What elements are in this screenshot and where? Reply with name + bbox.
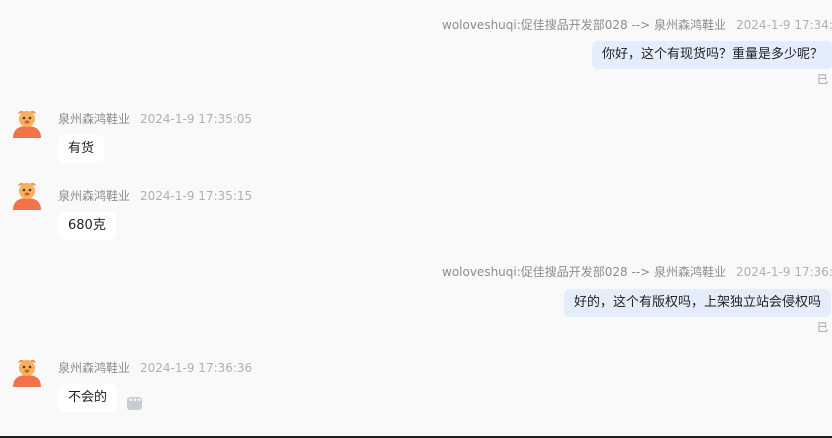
message-bubble[interactable]: 680克	[58, 212, 116, 240]
message-bubble[interactable]: 你好，这个有现货吗？重量是多少呢？	[592, 41, 832, 69]
avatar	[13, 110, 41, 138]
avatar	[13, 359, 41, 387]
message-incoming: 泉州森鸿鞋业 2024-1-9 17:36:36 不会的 •••	[0, 357, 400, 427]
sender-name: 泉州森鸿鞋业	[58, 361, 131, 375]
read-status: 已	[817, 321, 828, 334]
message-bubble[interactable]: 不会的	[58, 384, 118, 412]
avatar	[13, 182, 41, 210]
read-status: 已	[817, 73, 828, 86]
more-dots-icon[interactable]: •••	[127, 397, 142, 410]
message-bubble[interactable]: 好的，这个有版权吗，上架独立站会侵权吗	[564, 289, 832, 317]
message-incoming: 泉州森鸿鞋业 2024-1-9 17:35:15 680克	[0, 180, 400, 250]
sender-name: 泉州森鸿鞋业	[58, 189, 131, 203]
message-meta: 泉州森鸿鞋业 2024-1-9 17:35:15	[58, 187, 252, 204]
message-time: 2024-1-9 17:34:3	[736, 18, 832, 32]
chat-message-list[interactable]: woloveshuqi:促佳搜品开发部028 --> 泉州森鸿鞋业 2024-1-…	[0, 0, 832, 436]
message-time: 2024-1-9 17:36:2	[736, 265, 832, 279]
sender-name: woloveshuqi:促佳搜品开发部028 --> 泉州森鸿鞋业	[442, 18, 727, 32]
message-time: 2024-1-9 17:36:36	[140, 361, 253, 375]
sender-name: 泉州森鸿鞋业	[58, 112, 131, 126]
message-time: 2024-1-9 17:35:15	[140, 189, 253, 203]
message-time: 2024-1-9 17:35:05	[140, 112, 253, 126]
message-meta: woloveshuqi:促佳搜品开发部028 --> 泉州森鸿鞋业 2024-1-…	[442, 263, 832, 280]
message-bubble[interactable]: 有货	[58, 135, 105, 163]
sender-name: woloveshuqi:促佳搜品开发部028 --> 泉州森鸿鞋业	[442, 265, 727, 279]
message-meta: woloveshuqi:促佳搜品开发部028 --> 泉州森鸿鞋业 2024-1-…	[442, 16, 832, 33]
message-incoming: 泉州森鸿鞋业 2024-1-9 17:35:05 有货	[0, 108, 400, 178]
message-meta: 泉州森鸿鞋业 2024-1-9 17:36:36	[58, 359, 252, 376]
message-meta: 泉州森鸿鞋业 2024-1-9 17:35:05	[58, 110, 252, 127]
message-outgoing: woloveshuqi:促佳搜品开发部028 --> 泉州森鸿鞋业 2024-1-…	[412, 263, 832, 334]
message-outgoing: woloveshuqi:促佳搜品开发部028 --> 泉州森鸿鞋业 2024-1-…	[412, 16, 832, 86]
